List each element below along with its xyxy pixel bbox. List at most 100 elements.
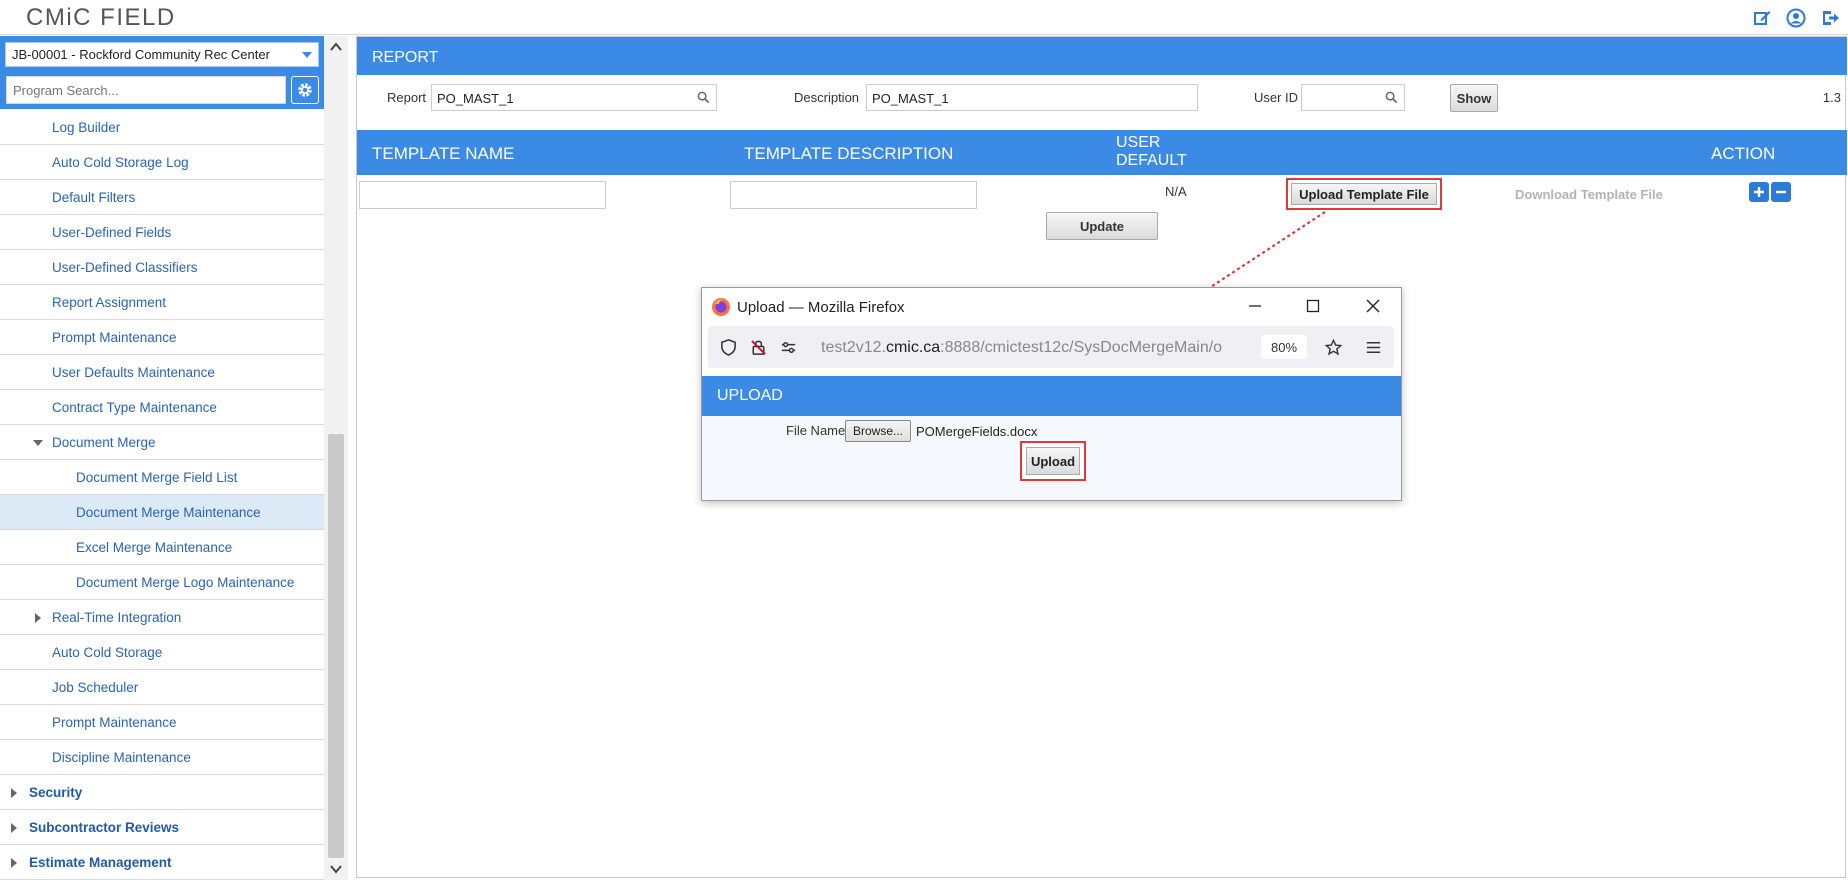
sidebar-item-label: Auto Cold Storage Log (52, 154, 189, 170)
shield-icon[interactable] (719, 338, 738, 357)
zoom-level[interactable]: 80% (1261, 335, 1307, 359)
expanded-triangle-icon[interactable] (33, 440, 43, 446)
job-select[interactable]: JB-00001 - Rockford Community Rec Center (5, 42, 319, 67)
settings-button[interactable] (291, 76, 319, 104)
sidebar-controls: JB-00001 - Rockford Community Rec Center (0, 36, 324, 109)
chevron-down-icon (302, 52, 312, 58)
firefox-icon (712, 298, 730, 316)
sidebar-item[interactable]: Auto Cold Storage Log (0, 145, 324, 180)
scroll-down-icon[interactable] (329, 862, 343, 876)
collapsed-triangle-icon[interactable] (11, 823, 17, 833)
sidebar-item-label: User Defaults Maintenance (52, 364, 215, 380)
sidebar-item[interactable]: Document Merge Maintenance (0, 495, 324, 530)
lock-insecure-icon[interactable] (749, 338, 768, 357)
report-input[interactable]: PO_MAST_1 (431, 84, 717, 111)
sidebar-item[interactable]: Report Assignment (0, 285, 324, 320)
sidebar-item-label: Document Merge Field List (76, 469, 238, 485)
sidebar-item[interactable]: Estimate Management (0, 845, 324, 880)
col-user-default-line2: DEFAULT (1116, 152, 1187, 169)
sidebar-item[interactable]: Prompt Maintenance (0, 705, 324, 740)
template-name-input[interactable] (359, 181, 606, 209)
remove-row-button[interactable] (1771, 182, 1791, 202)
bookmark-star-icon[interactable] (1324, 338, 1343, 357)
upload-header: UPLOAD (702, 376, 1401, 416)
sidebar-item[interactable]: Contract Type Maintenance (0, 390, 324, 425)
scroll-up-icon[interactable] (329, 40, 343, 54)
collapsed-triangle-icon[interactable] (11, 858, 17, 868)
top-bar: CMiC FIELD (0, 0, 1848, 35)
sidebar-item-label: User-Defined Fields (52, 224, 172, 240)
sidebar-item-label: Discipline Maintenance (52, 749, 191, 765)
upload-body: File Name Browse... POMergeFields.docx U… (702, 416, 1401, 500)
sidebar-item[interactable]: Subcontractor Reviews (0, 810, 324, 845)
sidebar-item[interactable]: Job Scheduler (0, 670, 324, 705)
sidebar-item[interactable]: Document Merge Field List (0, 460, 324, 495)
program-search-input[interactable] (6, 76, 286, 104)
browse-button[interactable]: Browse... (845, 420, 911, 442)
close-icon[interactable] (1363, 296, 1383, 316)
sidebar-item-label: Excel Merge Maintenance (76, 539, 233, 555)
userid-input[interactable] (1301, 84, 1405, 111)
sidebar-item-label: User-Defined Classifiers (52, 259, 198, 275)
upload-button[interactable]: Upload (1020, 441, 1086, 481)
url-domain: cmic.ca (885, 339, 941, 356)
col-user-default-line1: USER (1116, 134, 1161, 151)
minimize-icon[interactable] (1245, 296, 1265, 316)
report-filters: Report PO_MAST_1 Description PO_MAST_1 U… (357, 81, 1847, 115)
sidebar-item-label: Security (29, 784, 83, 800)
sidebar: JB-00001 - Rockford Community Rec Center… (0, 36, 348, 880)
search-icon[interactable] (697, 91, 710, 104)
sidebar-nav: Log Builder Auto Cold Storage Log Default … (0, 110, 324, 880)
sidebar-item[interactable]: Default Filters (0, 180, 324, 215)
user-profile-icon[interactable] (1786, 8, 1806, 28)
download-template-file-link[interactable]: Download Template File (1515, 187, 1663, 202)
sidebar-item-label: Contract Type Maintenance (52, 399, 217, 415)
sidebar-item-label: Estimate Management (29, 854, 172, 870)
hamburger-menu-icon[interactable] (1364, 338, 1383, 357)
permissions-icon[interactable] (779, 338, 798, 357)
sidebar-item[interactable]: Document Merge Logo Maintenance (0, 565, 324, 600)
description-input[interactable]: PO_MAST_1 (866, 84, 1198, 111)
sidebar-item[interactable]: User Defaults Maintenance (0, 355, 324, 390)
sidebar-item[interactable]: Security (0, 775, 324, 810)
update-button[interactable]: Update (1046, 212, 1158, 240)
top-icons (1752, 8, 1840, 28)
col-action: ACTION (1711, 144, 1776, 163)
sidebar-item[interactable]: Document Merge (0, 425, 324, 460)
sidebar-item[interactable]: User-Defined Classifiers (0, 250, 324, 285)
logout-icon[interactable] (1820, 8, 1840, 28)
show-button[interactable]: Show (1450, 84, 1498, 112)
sidebar-item-label: Document Merge Maintenance (76, 504, 261, 520)
sidebar-item[interactable]: Real-Time Integration (0, 600, 324, 635)
userid-label: User ID (1254, 90, 1299, 105)
upload-popup-window: Upload — Mozilla Firefox test2v12.cmic.c… (701, 287, 1402, 501)
sidebar-item[interactable]: Log Builder (0, 110, 324, 145)
sidebar-item-label: Job Scheduler (52, 679, 139, 695)
scrollbar-thumb[interactable] (328, 434, 344, 858)
sidebar-item[interactable]: User-Defined Fields (0, 215, 324, 250)
report-input-value: PO_MAST_1 (437, 91, 514, 106)
file-name-label: File Name (786, 423, 846, 438)
add-row-button[interactable] (1749, 182, 1769, 202)
edit-icon[interactable] (1752, 8, 1772, 28)
sidebar-scrollbar[interactable] (324, 36, 348, 880)
url-bar[interactable]: test2v12.cmic.ca:8888/cmictest12c/SysDoc… (708, 326, 1394, 368)
search-icon[interactable] (1385, 91, 1398, 104)
sidebar-item[interactable]: Prompt Maintenance (0, 320, 324, 355)
sidebar-item[interactable]: Excel Merge Maintenance (0, 530, 324, 565)
popup-title: Upload — Mozilla Firefox (737, 299, 905, 316)
col-template-name: TEMPLATE NAME (372, 144, 515, 163)
app-logo: CMiC FIELD (26, 4, 176, 31)
sidebar-item-label: Subcontractor Reviews (29, 819, 180, 835)
url-rest: :8888/cmictest12c/SysDocMergeMain/o (940, 339, 1223, 356)
collapsed-triangle-icon[interactable] (35, 613, 41, 623)
template-table-header: TEMPLATE NAME TEMPLATE DESCRIPTION USER … (357, 130, 1847, 175)
template-description-input[interactable] (730, 181, 977, 209)
sidebar-item[interactable]: Auto Cold Storage (0, 635, 324, 670)
collapsed-triangle-icon[interactable] (11, 788, 17, 798)
url-text[interactable]: test2v12.cmic.ca:8888/cmictest12c/SysDoc… (821, 339, 1251, 357)
upload-template-file-label: Upload Template File (1291, 183, 1437, 205)
sidebar-item[interactable]: Discipline Maintenance (0, 740, 324, 775)
maximize-icon[interactable] (1303, 296, 1323, 316)
upload-template-file-button[interactable]: Upload Template File (1286, 178, 1442, 210)
